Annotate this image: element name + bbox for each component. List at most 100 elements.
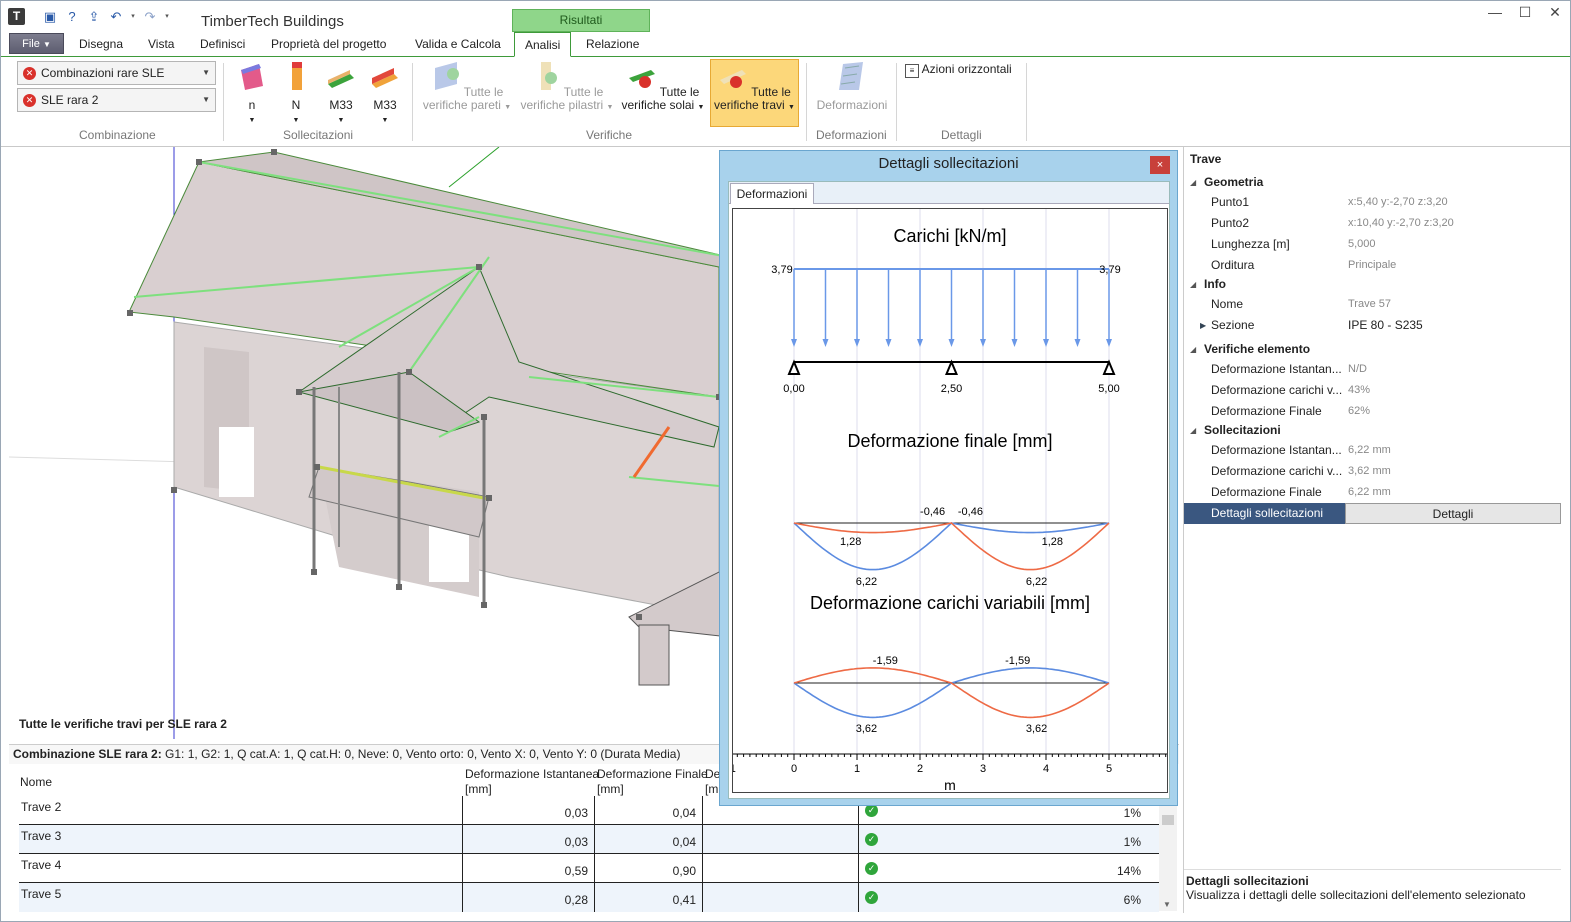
prop-verifica-finale[interactable]: Deformazione Finale 62% xyxy=(1184,401,1561,422)
prop-value: N/D xyxy=(1348,363,1367,375)
tab-proprieta-progetto[interactable]: Proprietà del progetto xyxy=(271,37,386,51)
minimize-button[interactable]: — xyxy=(1480,1,1510,23)
verifiche-pareti-button[interactable]: Tutte le verifiche pareti ▼ xyxy=(421,60,513,114)
redo-icon[interactable]: ↷ xyxy=(141,8,159,26)
tab-vista[interactable]: Vista xyxy=(148,37,174,51)
load-arrow-head xyxy=(1043,339,1049,347)
sollecitazione-N-button[interactable]: N ▼ xyxy=(282,60,310,127)
slab-check-icon xyxy=(628,70,655,88)
tab-deformazioni[interactable]: Deformazioni xyxy=(730,183,814,204)
table-row[interactable]: Trave 3 0,03 0,04 ✓ 1% xyxy=(19,825,1159,854)
prop-sezione[interactable]: ▶ Sezione IPE 80 - S235 xyxy=(1184,315,1561,336)
verifiche-travi-button[interactable]: Tutte le verifiche travi ▼ xyxy=(710,59,799,127)
category-sollecitazioni[interactable]: ◢ Sollecitazioni xyxy=(1184,421,1561,440)
export-icon[interactable]: ⇪ xyxy=(85,8,103,26)
prop-punto2[interactable]: Punto2 x:10,40 y:-2,70 z:3,20 xyxy=(1184,213,1561,234)
prop-punto1[interactable]: Punto1 x:5,40 y:-2,70 z:3,20 xyxy=(1184,192,1561,213)
tab-disegna[interactable]: Disegna xyxy=(79,37,123,51)
category-verifiche[interactable]: ◢ Verifiche elemento xyxy=(1184,340,1561,359)
maximize-button[interactable]: ☐ xyxy=(1510,1,1540,23)
prop-lunghezza[interactable]: Lunghezza [m] 5,000 xyxy=(1184,234,1561,255)
tab-valida-calcola[interactable]: Valida e Calcola xyxy=(415,37,501,51)
description-text: Visualizza i dettagli delle sollecitazio… xyxy=(1186,888,1526,902)
prop-value: 43% xyxy=(1348,384,1371,396)
undo-dropdown-icon[interactable]: ▾ xyxy=(129,8,137,26)
column-header-def-finale[interactable]: Deformazione Finale [mm] xyxy=(597,767,708,797)
group-label-sollecitazioni: Sollecitazioni xyxy=(283,128,354,142)
close-button[interactable]: ✕ xyxy=(1540,1,1570,23)
prop-dettagli-sollecitazioni[interactable]: Dettagli sollecitazioni Dettagli xyxy=(1184,503,1561,524)
button-label: N xyxy=(291,98,301,112)
file-menu-button[interactable]: File ▼ xyxy=(9,33,64,54)
x-tick-label: 4 xyxy=(1043,763,1049,775)
data-label: 6,22 xyxy=(856,576,877,588)
prop-value: Principale xyxy=(1348,259,1397,271)
tab-definisci[interactable]: Definisci xyxy=(200,37,245,51)
description-title: Dettagli sollecitazioni xyxy=(1186,874,1309,888)
dialog-tabbar: Deformazioni xyxy=(729,182,1169,204)
property-description: Dettagli sollecitazioni Visualizza i det… xyxy=(1184,869,1561,913)
x-tick-label: 5 xyxy=(1106,763,1112,775)
tab-analisi[interactable]: Analisi xyxy=(514,32,572,57)
table-row[interactable]: Trave 4 0,59 0,90 ✓ 14% xyxy=(19,854,1159,883)
column-header-nome[interactable]: Nome xyxy=(20,775,52,790)
prop-verifica-istantanea[interactable]: Deformazione Istantan... N/D xyxy=(1184,359,1561,380)
undo-icon[interactable]: ↶ xyxy=(107,8,125,26)
x-axis-label: m xyxy=(944,777,956,792)
table-scrollbar[interactable]: ▼ xyxy=(1159,801,1177,911)
prop-key: Sezione xyxy=(1211,318,1255,332)
combination-select[interactable]: ✕ SLE rara 2 ▼ xyxy=(17,88,216,112)
prop-verifica-variabili[interactable]: Deformazione carichi v... 43% xyxy=(1184,380,1561,401)
table-row[interactable]: Trave 5 0,28 0,41 ✓ 6% xyxy=(19,883,1159,912)
prop-orditura[interactable]: Orditura Principale xyxy=(1184,255,1561,276)
prop-value: 6,22 mm xyxy=(1348,486,1391,498)
cell-def-istantanea: 0,03 xyxy=(564,835,588,849)
row-name: Trave 2 xyxy=(21,800,62,814)
prop-value: IPE 80 - S235 xyxy=(1348,318,1423,332)
sollecitazione-m33-button[interactable]: M33 ▼ xyxy=(323,60,359,127)
expand-icon[interactable]: ▶ xyxy=(1200,315,1206,336)
cell-def-istantanea: 0,59 xyxy=(564,864,588,878)
app-logo[interactable]: T xyxy=(8,8,25,25)
column-check-icon xyxy=(540,62,557,90)
quick-access-toolbar: ▣ ? ⇪ ↶ ▾ ↷ ▾ xyxy=(41,7,171,27)
separator xyxy=(1026,63,1027,141)
chart-title-carichi: Carichi [kN/m] xyxy=(893,226,1006,246)
prop-key: Orditura xyxy=(1211,258,1255,272)
column-header-def-istantanea[interactable]: Deformazione Istantanea [mm] xyxy=(465,767,599,797)
category-geometria[interactable]: ◢ Geometria xyxy=(1184,173,1561,192)
prop-soll-variabili[interactable]: Deformazione carichi v... 3,62 mm xyxy=(1184,461,1561,482)
scroll-down-icon[interactable]: ▼ xyxy=(1163,900,1171,909)
file-label: File xyxy=(22,38,40,50)
load-arrow-head xyxy=(791,339,797,347)
prop-key: Lunghezza [m] xyxy=(1211,237,1290,251)
help-icon[interactable]: ? xyxy=(63,8,81,26)
dialog-close-button[interactable]: × xyxy=(1150,156,1170,174)
category-info[interactable]: ◢ Info xyxy=(1184,275,1561,294)
tab-relazione[interactable]: Relazione xyxy=(586,37,639,51)
prop-nome[interactable]: Nome Trave 57 xyxy=(1184,294,1561,315)
sollecitazione-n-button[interactable]: n ▼ xyxy=(234,60,270,127)
group-label-deformazioni: Deformazioni xyxy=(816,128,887,142)
sollecitazione-m33-alt-button[interactable]: M33 ▼ xyxy=(367,60,403,127)
prop-key: Deformazione Istantan... xyxy=(1211,443,1342,457)
button-label-line1: Tutte le xyxy=(463,85,504,99)
view-caption: Tutte le verifiche travi per SLE rara 2 xyxy=(19,717,227,731)
support-label: 0,00 xyxy=(783,383,804,395)
prop-soll-finale[interactable]: Deformazione Finale 6,22 mm xyxy=(1184,482,1561,503)
scroll-thumb[interactable] xyxy=(1162,815,1174,825)
deformazioni-button[interactable]: Deformazioni xyxy=(813,60,891,112)
verifiche-solai-button[interactable]: Tutte le verifiche solai ▼ xyxy=(618,60,708,114)
support-icon xyxy=(787,359,801,375)
support-label: 2,50 xyxy=(941,383,962,395)
prop-soll-istantanea[interactable]: Deformazione Istantan... 6,22 mm xyxy=(1184,440,1561,461)
azioni-orizzontali-button[interactable]: ≡ Azioni orizzontali xyxy=(905,63,1020,78)
chart-svg: Carichi [kN/m] Deformazione finale [mm] … xyxy=(726,209,1175,793)
row-name: Trave 4 xyxy=(21,858,62,872)
combination-type-select[interactable]: ✕ Combinazioni rare SLE ▼ xyxy=(17,61,216,85)
prop-key: Punto1 xyxy=(1211,195,1250,209)
verifiche-pilastri-button[interactable]: Tutte le verifiche pilastri ▼ xyxy=(518,60,616,114)
save-icon[interactable]: ▣ xyxy=(41,8,59,26)
dettagli-button[interactable]: Dettagli xyxy=(1345,503,1561,524)
qat-dropdown-icon[interactable]: ▾ xyxy=(163,8,171,26)
